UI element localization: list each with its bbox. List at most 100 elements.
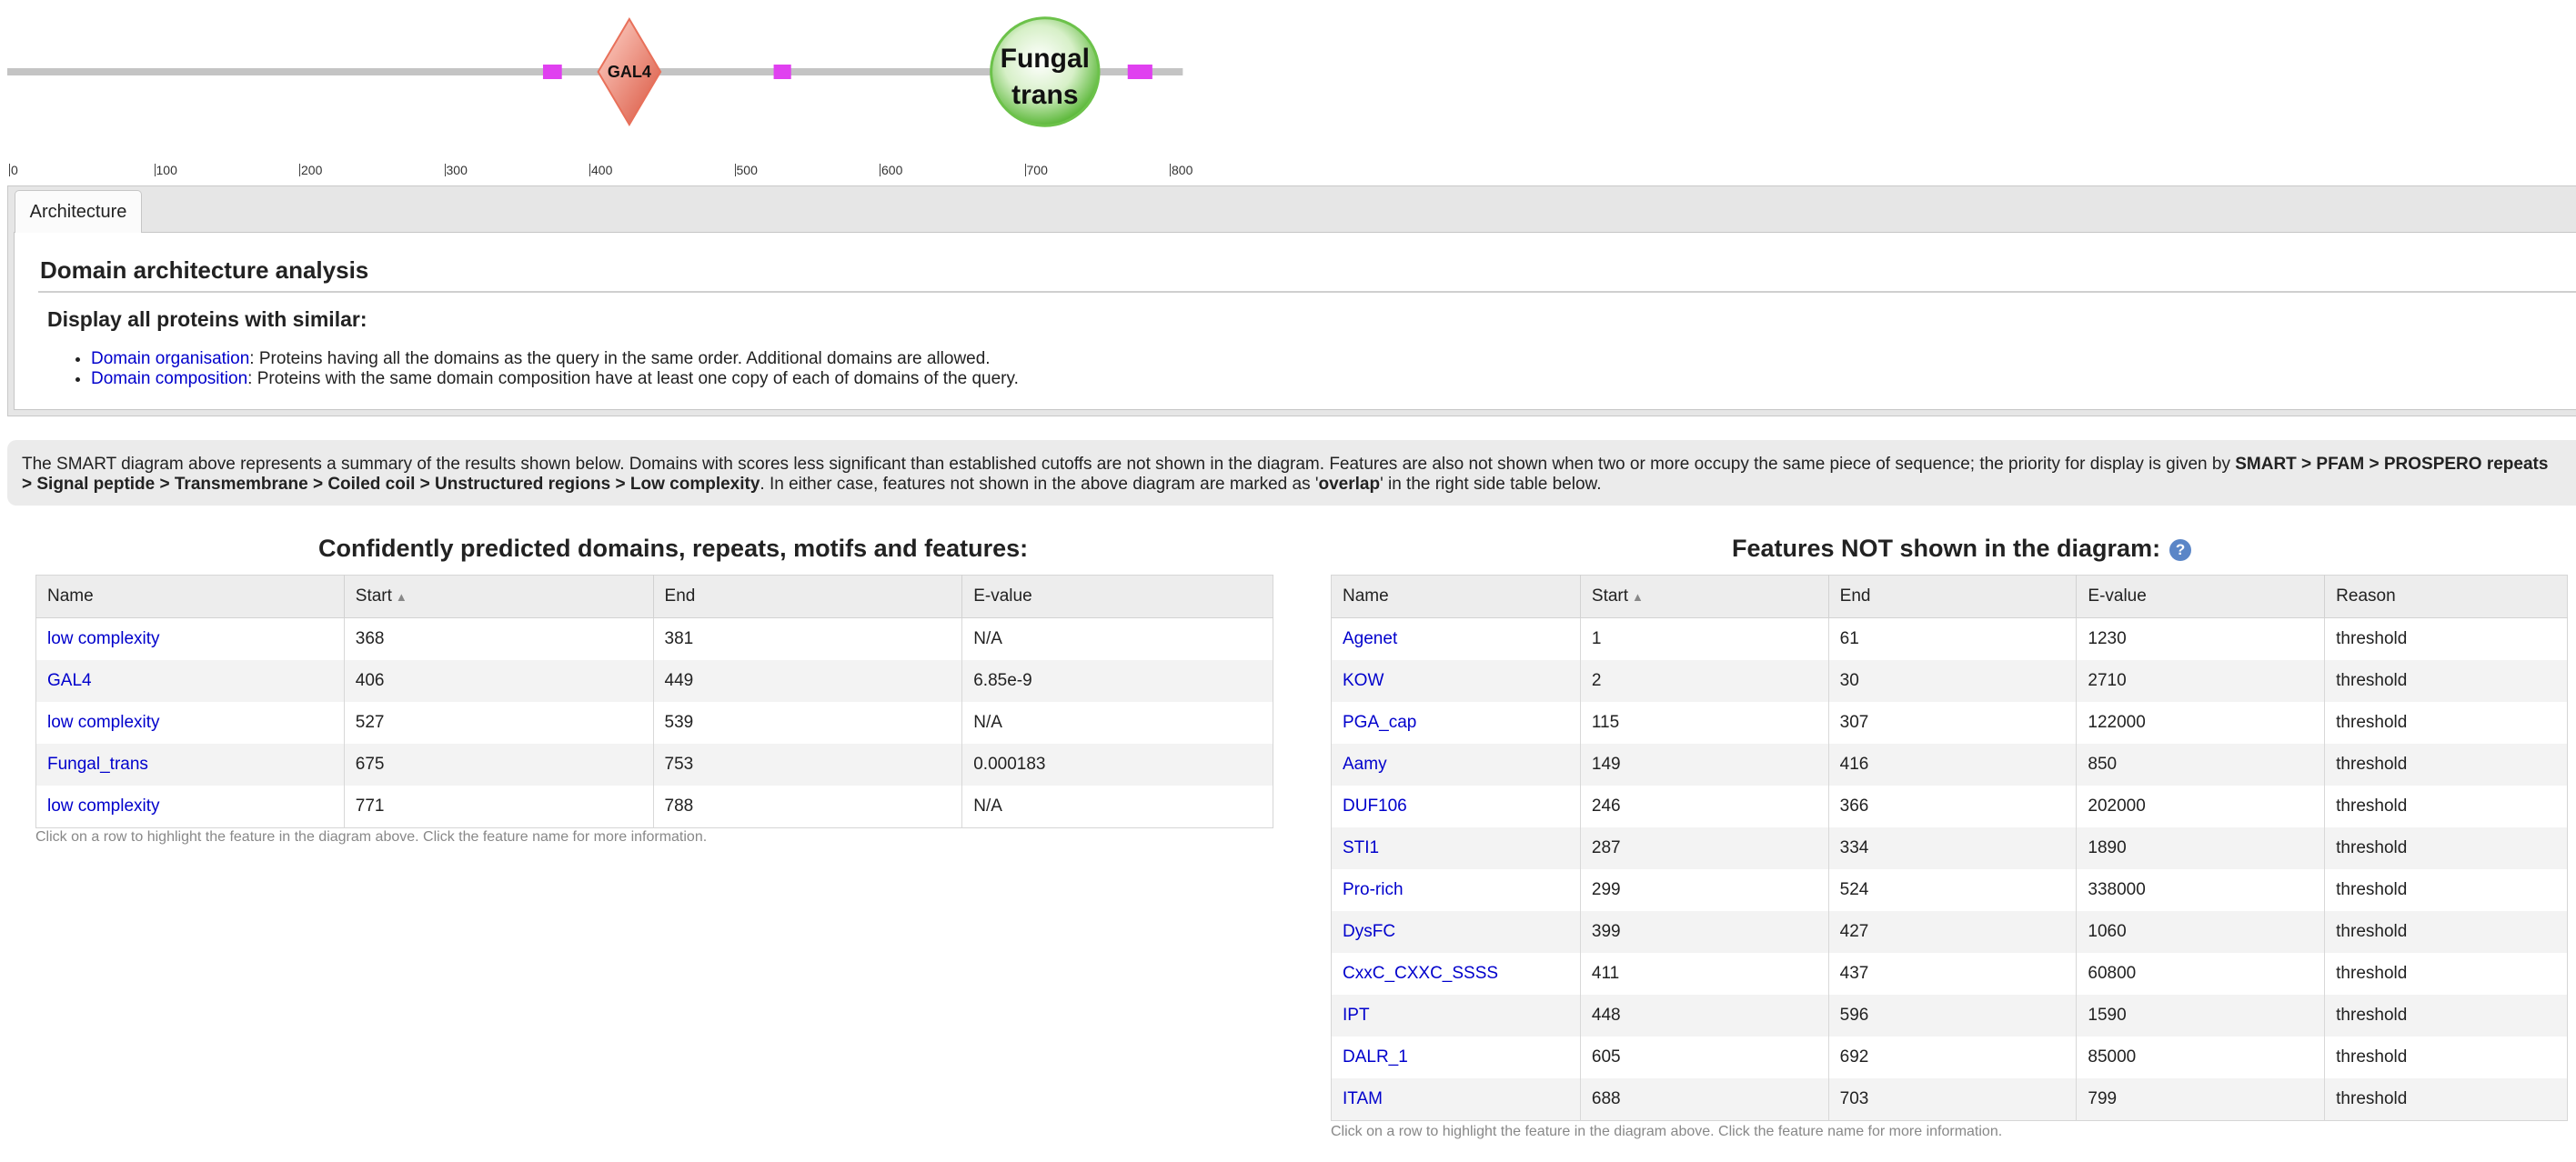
cell-reason: threshold [2324, 702, 2568, 744]
feature-name-link[interactable]: low complexity [47, 796, 160, 816]
table-row[interactable]: low complexity 527 539 N/A [36, 702, 1273, 744]
cell-name: DysFC [1331, 911, 1581, 953]
column-header-evalue[interactable]: E-value [961, 575, 1273, 618]
list-item: Domain composition: Proteins with the sa… [91, 369, 1019, 389]
fungal-trans-domain-label: trans [1011, 80, 1078, 110]
table-row[interactable]: Aamy 149 416 850 threshold [1331, 744, 2568, 786]
title-divider [38, 291, 2576, 293]
info-line-2: > Signal peptide > Transmembrane > Coile… [22, 475, 2576, 495]
cell-end: 449 [652, 660, 962, 702]
table-row[interactable]: Pro-rich 299 524 338000 threshold [1332, 869, 2568, 911]
column-header-end[interactable]: End [1827, 575, 2077, 618]
column-header-start[interactable]: Start ▲ [1579, 575, 1829, 618]
feature-name-link[interactable]: IPT [1343, 1006, 1370, 1025]
column-header-label: E-value [973, 586, 1032, 606]
cell-reason: threshold [2324, 1078, 2568, 1121]
cell-reason: threshold [2324, 617, 2568, 660]
cell-evalue: N/A [961, 786, 1273, 828]
feature-name-link[interactable]: Agenet [1343, 629, 1397, 648]
cell-reason: threshold [2324, 786, 2568, 827]
gal4-domain-label: GAL4 [608, 63, 651, 81]
cell-end: 416 [1827, 744, 2077, 786]
column-header-end[interactable]: End [652, 575, 962, 618]
table-row[interactable]: KOW 2 30 2710 threshold [1331, 660, 2568, 702]
table-header-row: Name Start ▲ End E-value [35, 575, 1273, 618]
feature-name-link[interactable]: DALR_1 [1343, 1047, 1408, 1067]
cell-evalue: 122000 [2076, 702, 2325, 744]
cell-reason: threshold [2324, 660, 2568, 702]
cell-evalue: 850 [2076, 744, 2325, 786]
domain-diagram: GAL4 Fungal trans 0 100 200 300 400 500 600 700 80… [0, 0, 1273, 182]
cell-start: 115 [1579, 702, 1829, 744]
info-priority-text: SMART > PFAM > PROSPERO repeats [2235, 455, 2549, 474]
cell-name: Pro-rich [1332, 869, 1581, 911]
feature-name-link[interactable]: PGA_cap [1343, 713, 1416, 732]
domain-organisation-desc: : Proteins having all the domains as the… [249, 349, 991, 368]
domain-composition-link[interactable]: Domain composition [91, 369, 247, 388]
ruler-tick-label: 500 [734, 163, 758, 177]
cell-reason: threshold [2324, 995, 2568, 1037]
column-header-label: E-value [2088, 586, 2147, 606]
table-row[interactable]: PGA_cap 115 307 122000 threshold [1332, 702, 2568, 744]
feature-name-link[interactable]: Pro-rich [1343, 880, 1404, 899]
feature-name-link[interactable]: DysFC [1343, 922, 1395, 941]
ruler-tick-label: 300 [444, 163, 468, 177]
cell-reason: threshold [2324, 744, 2568, 786]
ruler-tick-label: 800 [1170, 163, 1193, 177]
table-row[interactable]: Agenet 1 61 1230 threshold [1332, 617, 2568, 661]
column-header-evalue[interactable]: E-value [2076, 575, 2325, 618]
table-header-row: Name Start ▲ End E-value Reason [1331, 575, 2568, 618]
cell-name: Agenet [1332, 618, 1581, 661]
feature-name-link[interactable]: ITAM [1343, 1089, 1383, 1108]
feature-name-link[interactable]: DUF106 [1343, 796, 1407, 816]
table-row[interactable]: DUF106 246 366 202000 threshold [1332, 786, 2568, 827]
cell-reason: threshold [2324, 827, 2568, 869]
domain-diagram-canvas: GAL4 Fungal trans [7, 16, 1183, 127]
column-header-label: Start [355, 586, 392, 606]
table-row[interactable]: IPT 448 596 1590 threshold [1331, 995, 2568, 1037]
cell-evalue: 2710 [2076, 660, 2325, 702]
cell-end: 539 [652, 702, 962, 744]
feature-name-link[interactable]: low complexity [47, 713, 160, 732]
cell-end: 788 [652, 786, 962, 828]
feature-name-link[interactable]: GAL4 [47, 671, 92, 690]
column-header-start[interactable]: Start ▲ [343, 575, 654, 618]
help-icon[interactable]: ? [2169, 538, 2192, 561]
table-row[interactable]: Fungal_trans 675 753 0.000183 [35, 744, 1273, 786]
feature-name-link[interactable]: low complexity [47, 629, 160, 648]
table-row[interactable]: low complexity 368 381 N/A [36, 617, 1273, 660]
table-row[interactable]: DALR_1 605 692 85000 threshold [1332, 1037, 2568, 1078]
cell-start: 411 [1579, 953, 1829, 995]
architecture-options: Domain organisation: Proteins having all… [51, 349, 1019, 389]
cell-start: 605 [1579, 1037, 1829, 1078]
cell-start: 527 [343, 702, 654, 744]
cell-name: CxxC_CXXC_SSSS [1332, 953, 1581, 995]
architecture-title: Domain architecture analysis [40, 256, 369, 284]
domain-organisation-link[interactable]: Domain organisation [91, 349, 249, 368]
sort-ascending-icon: ▲ [1632, 590, 1644, 604]
column-header-reason[interactable]: Reason [2324, 575, 2568, 618]
cell-start: 2 [1579, 660, 1829, 702]
tab-architecture[interactable]: Architecture [15, 190, 142, 233]
feature-name-link[interactable]: STI1 [1343, 838, 1379, 857]
feature-name-link[interactable]: CxxC_CXXC_SSSS [1343, 964, 1498, 983]
column-header-name[interactable]: Name [1331, 575, 1581, 618]
cell-name: GAL4 [35, 660, 345, 702]
cell-name: Aamy [1331, 744, 1581, 786]
table-row[interactable]: low complexity 771 788 N/A [36, 786, 1273, 828]
feature-name-link[interactable]: Fungal_trans [47, 755, 148, 774]
column-header-name[interactable]: Name [35, 575, 345, 618]
cell-start: 1 [1579, 617, 1829, 660]
table-row[interactable]: GAL4 406 449 6.85e-9 [35, 660, 1273, 702]
feature-name-link[interactable]: KOW [1343, 671, 1384, 690]
table-row[interactable]: ITAM 688 703 799 threshold [1331, 1078, 2568, 1121]
table-row[interactable]: STI1 287 334 1890 threshold [1331, 827, 2568, 869]
table-row[interactable]: CxxC_CXXC_SSSS 411 437 60800 threshold [1332, 953, 2568, 995]
cell-start: 448 [1579, 995, 1829, 1037]
feature-name-link[interactable]: Aamy [1343, 755, 1387, 774]
cell-evalue: 202000 [2076, 786, 2325, 827]
table-row[interactable]: DysFC 399 427 1060 threshold [1331, 911, 2568, 953]
ruler-tick-label: 200 [299, 163, 323, 177]
sort-ascending-icon: ▲ [395, 590, 408, 604]
cell-name: IPT [1331, 995, 1581, 1037]
